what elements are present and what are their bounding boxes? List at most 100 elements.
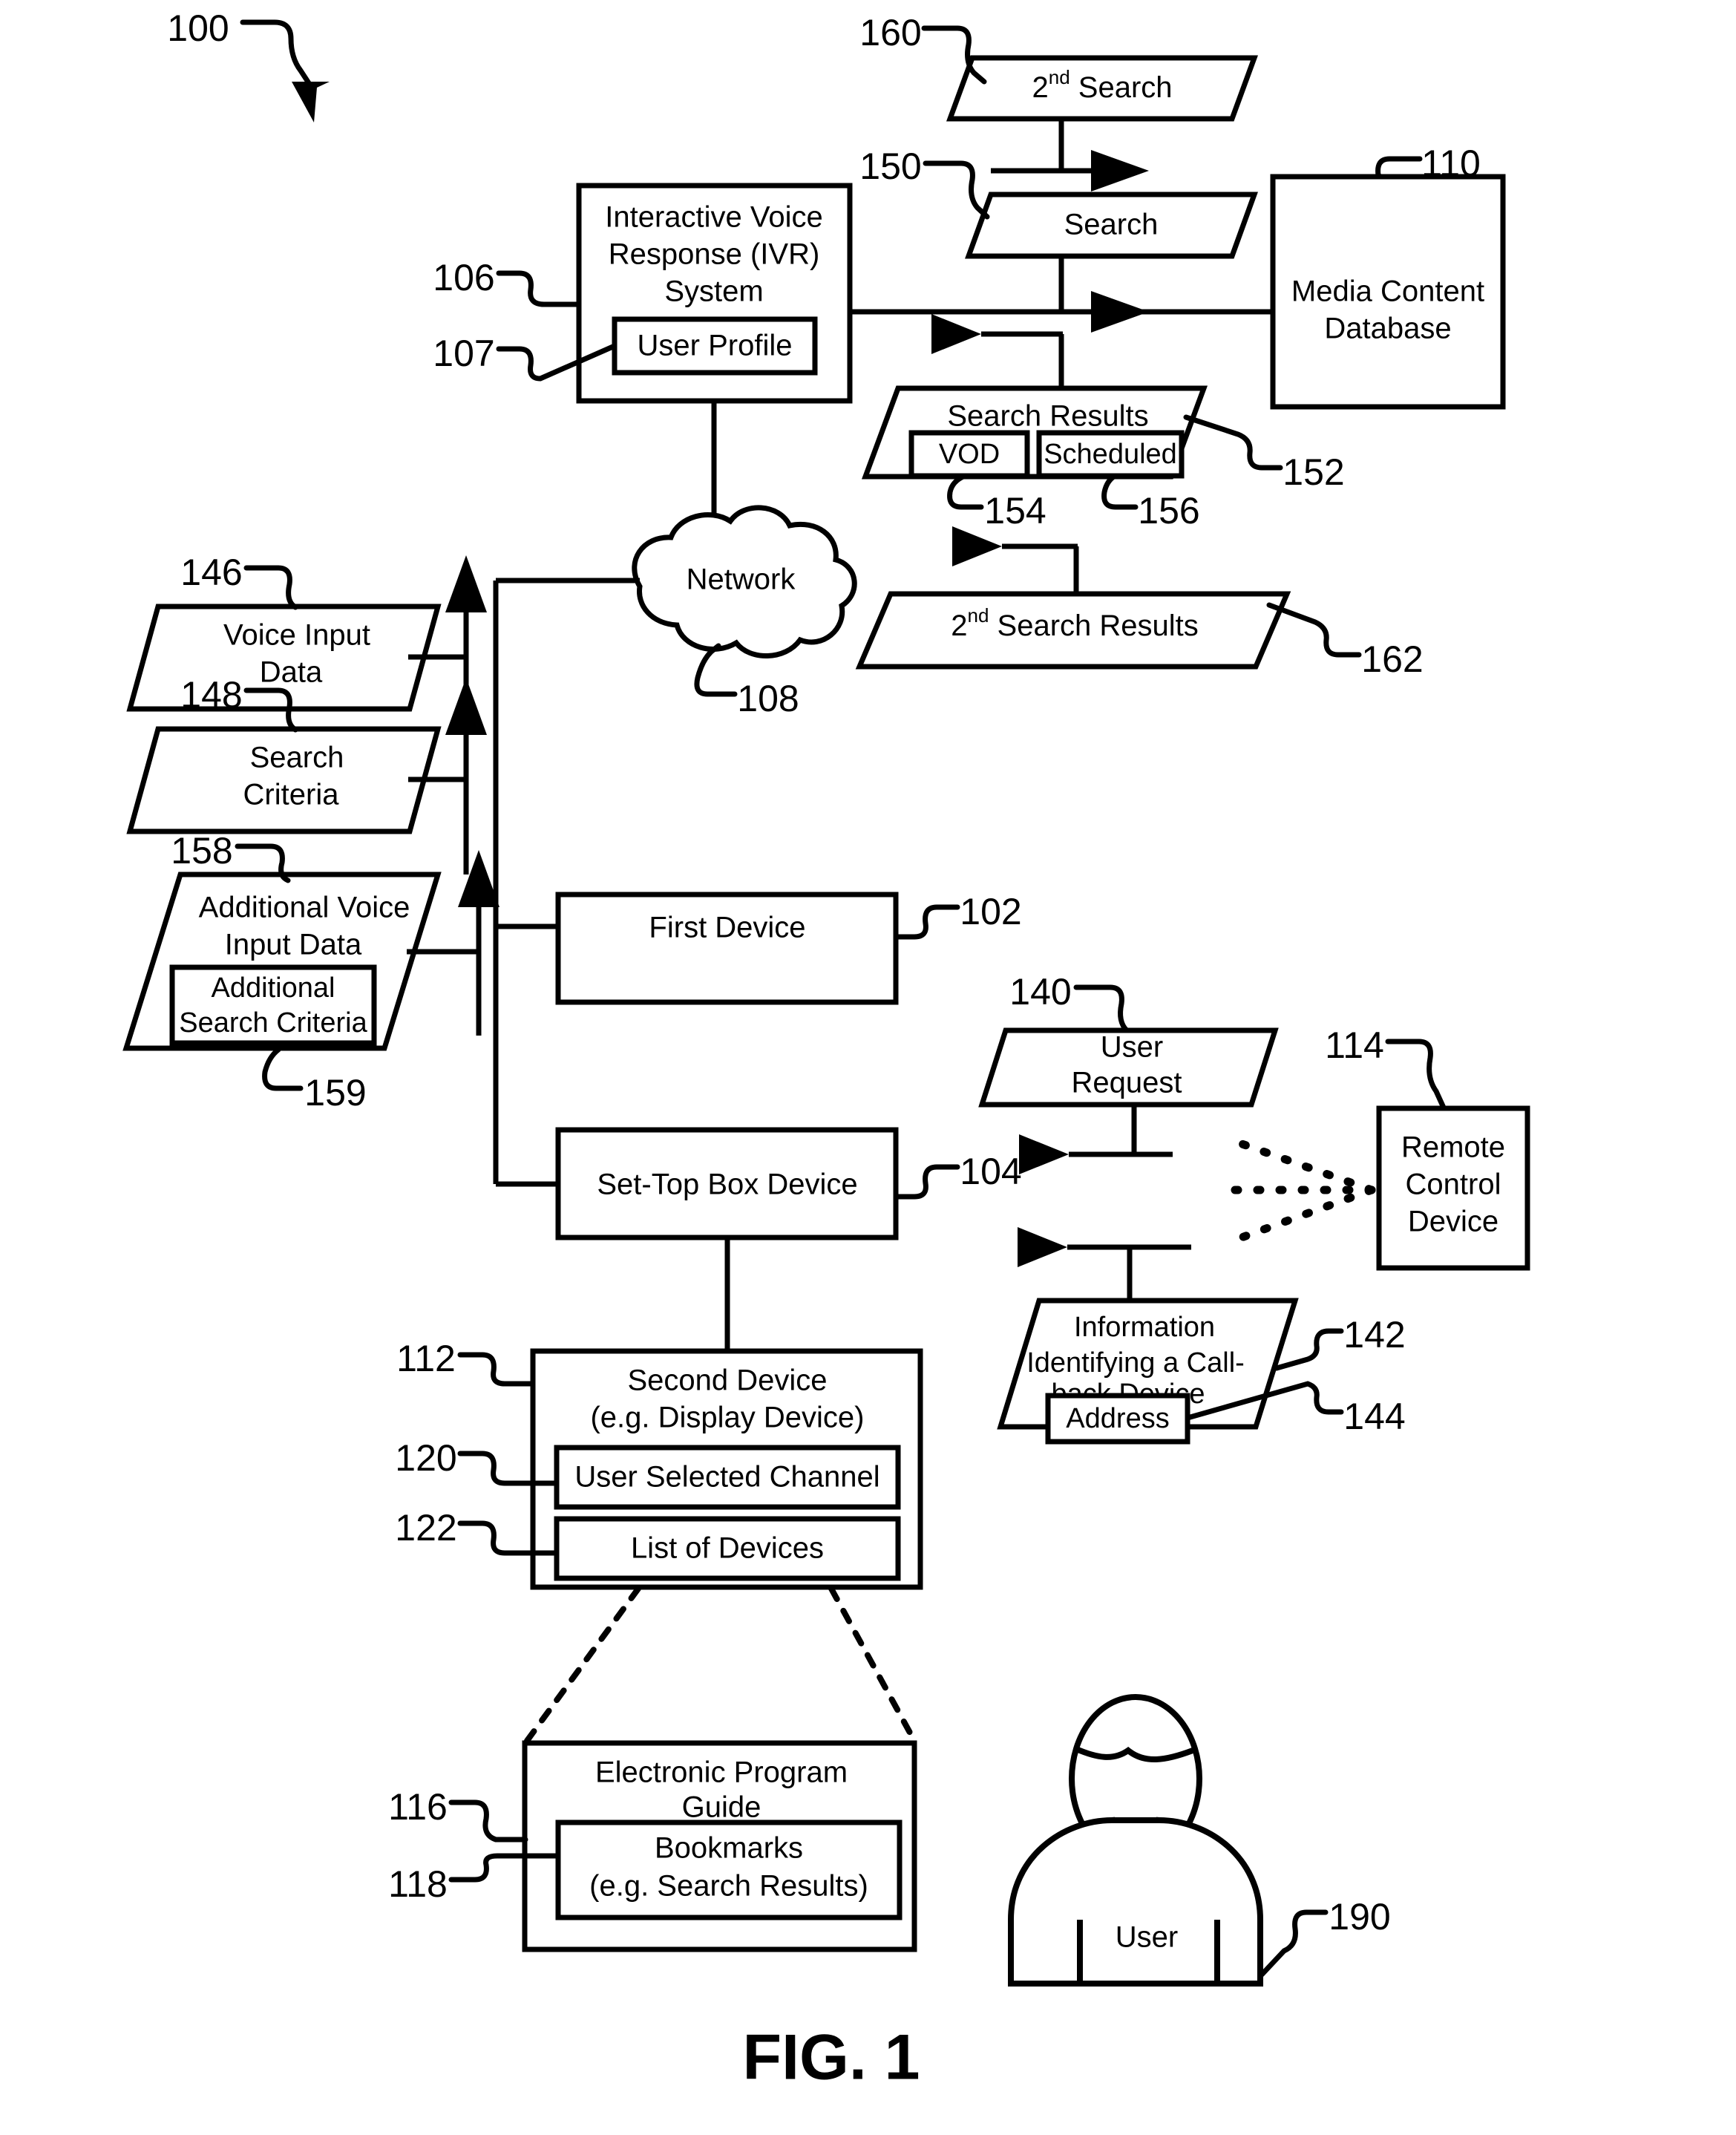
additional-search-criteria-label-2: Search Criteria xyxy=(179,1007,367,1039)
ref-159: 159 xyxy=(262,1047,367,1114)
ivr-system-label-3: System xyxy=(664,275,763,308)
leader-150 xyxy=(923,160,990,220)
leader-152 xyxy=(1183,414,1283,471)
search-criteria-label-1: Search xyxy=(250,742,344,774)
ref-label-159: 159 xyxy=(304,1072,366,1114)
voice-input-data-label-2: Data xyxy=(260,656,323,689)
leader-159 xyxy=(262,1047,304,1091)
ref-label-190: 190 xyxy=(1329,1896,1390,1938)
leader-156 xyxy=(1101,473,1139,510)
voice-input-data-label-1: Voice Input xyxy=(223,619,370,652)
figure-canvas: 100 2nd Search 160 Search 150 Media Cont… xyxy=(122,7,1530,2093)
ref-150: 150 xyxy=(859,146,990,220)
remote-control-device-label-1: Remote xyxy=(1401,1131,1505,1164)
list-of-devices-label: List of Devices xyxy=(631,1532,824,1565)
ref-112: 112 xyxy=(396,1338,536,1387)
ref-106: 106 xyxy=(433,257,582,307)
ref-label-118: 118 xyxy=(388,1863,448,1905)
ref-label-104: 104 xyxy=(960,1151,1021,1192)
ref-162: 162 xyxy=(1266,602,1424,680)
user-profile-label: User Profile xyxy=(638,330,793,362)
ref-label-116: 116 xyxy=(388,1786,448,1828)
epg-dash-left xyxy=(524,1586,641,1744)
user-hair xyxy=(1075,1746,1194,1762)
scheduled-label: Scheduled xyxy=(1044,439,1177,470)
leader-112 xyxy=(457,1352,536,1387)
ref-146: 146 xyxy=(180,552,298,610)
node-second-search[interactable]: 2nd Search xyxy=(946,55,1259,122)
node-second-search-results[interactable]: 2nd Search Results xyxy=(855,591,1291,670)
node-search-results[interactable]: Search Results VOD Scheduled xyxy=(861,385,1208,480)
node-network[interactable]: Network xyxy=(632,505,857,658)
ref-label-156: 156 xyxy=(1138,490,1199,532)
second-device-label-1: Second Device xyxy=(627,1364,827,1397)
leader-108 xyxy=(694,643,738,697)
user-request-label-2: Request xyxy=(1072,1067,1182,1099)
ref-116: 116 xyxy=(388,1786,528,1843)
arrow-search-to-db xyxy=(991,256,1149,333)
search-label: Search xyxy=(1064,209,1159,241)
ref-label-112: 112 xyxy=(396,1338,456,1379)
user-body xyxy=(1008,1817,1263,1987)
search-criteria-label-2: Criteria xyxy=(243,779,340,811)
node-user-request[interactable]: User Request xyxy=(978,1027,1279,1108)
ref-label-106: 106 xyxy=(433,257,494,298)
leader-104 xyxy=(893,1164,960,1200)
ref-label-122: 122 xyxy=(395,1507,456,1549)
media-content-database-label-2: Database xyxy=(1324,313,1451,345)
leader-110 xyxy=(1375,156,1423,180)
node-additional-voice-input-data[interactable]: Additional Voice Input Data Additional S… xyxy=(122,872,442,1051)
ref-label-142: 142 xyxy=(1343,1314,1405,1356)
network-label: Network xyxy=(687,563,796,596)
ref-102: 102 xyxy=(893,891,1022,940)
ref-156: 156 xyxy=(1101,473,1200,532)
leader-100 xyxy=(240,19,315,91)
user-label: User xyxy=(1116,1921,1178,1954)
node-electronic-program-guide[interactable]: Electronic Program Guide Bookmarks (e.g.… xyxy=(522,1740,917,1952)
ref-104: 104 xyxy=(893,1151,1022,1200)
arrow-callback-left xyxy=(1018,1227,1191,1301)
node-media-content-database[interactable]: Media Content Database xyxy=(1270,174,1506,410)
ref-108: 108 xyxy=(694,643,799,719)
set-top-box-device-label: Set-Top Box Device xyxy=(597,1168,857,1201)
arrowhead-search-results xyxy=(931,314,981,354)
ref-label-140: 140 xyxy=(1009,971,1071,1013)
node-second-device[interactable]: Second Device (e.g. Display Device) User… xyxy=(530,1348,923,1590)
arrowhead-100 xyxy=(292,82,330,122)
node-ivr-system[interactable]: Interactive Voice Response (IVR) System … xyxy=(576,183,853,404)
ref-label-110: 110 xyxy=(1421,143,1481,184)
remote-control-device-label-2: Control xyxy=(1406,1168,1501,1201)
node-search[interactable]: Search xyxy=(965,192,1258,259)
node-user: User xyxy=(1008,1694,1263,1987)
node-set-top-box-device[interactable]: Set-Top Box Device xyxy=(555,1127,899,1240)
leader-140 xyxy=(1073,984,1130,1033)
epg-dash-right xyxy=(828,1586,917,1744)
first-device-label: First Device xyxy=(649,912,805,944)
leader-114 xyxy=(1385,1039,1447,1111)
ref-label-162: 162 xyxy=(1361,638,1423,680)
ref-label-107: 107 xyxy=(433,333,494,374)
node-callback-info[interactable]: Information Identifying a Call- back Dev… xyxy=(997,1298,1299,1445)
node-remote-control-device[interactable]: Remote Control Device xyxy=(1376,1105,1530,1271)
ref-label-154: 154 xyxy=(984,490,1046,532)
ref-label-160: 160 xyxy=(859,12,921,53)
patent-figure-1: 100 2nd Search 160 Search 150 Media Cont… xyxy=(0,0,1736,2135)
ir-signal-lines xyxy=(1213,1134,1376,1248)
media-content-database-label-1: Media Content xyxy=(1291,275,1484,308)
ir-line-top xyxy=(1221,1134,1376,1194)
ref-154: 154 xyxy=(947,473,1046,532)
figure-caption: FIG. 1 xyxy=(743,2022,920,2093)
ref-114: 114 xyxy=(1325,1024,1447,1111)
ref-label-150: 150 xyxy=(859,146,921,187)
node-first-device[interactable]: First Device xyxy=(555,892,899,1005)
leader-102 xyxy=(893,904,960,940)
arrow-second-search-to-db xyxy=(991,119,1149,192)
ref-label-114: 114 xyxy=(1325,1024,1384,1066)
ref-142: 142 xyxy=(1274,1314,1406,1371)
ref-label-120: 120 xyxy=(395,1437,456,1479)
node-search-criteria[interactable]: Search Criteria xyxy=(126,726,442,834)
ref-label-146: 146 xyxy=(180,552,242,593)
ref-label-100: 100 xyxy=(167,7,229,49)
leader-162 xyxy=(1266,602,1362,658)
epg-label-1: Electronic Program xyxy=(595,1756,848,1789)
